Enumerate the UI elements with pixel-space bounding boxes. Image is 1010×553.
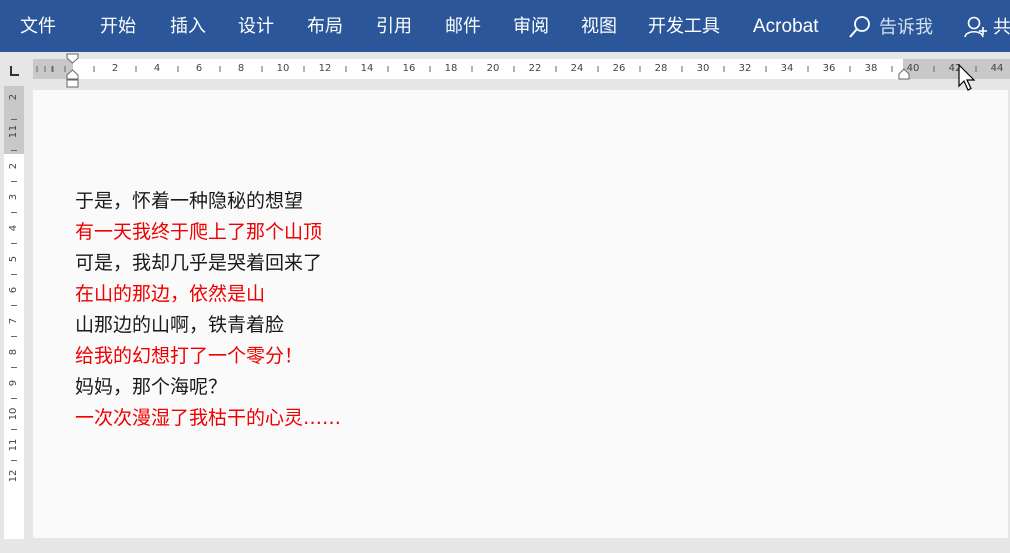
vertical-ruler-number: 12 xyxy=(8,469,19,483)
document-line[interactable]: 于是，怀着一种隐秘的想望 xyxy=(75,189,303,213)
ruler-number: 24 xyxy=(570,63,584,74)
tab-design[interactable]: 设计 xyxy=(238,0,274,52)
ruler-number: 38 xyxy=(864,63,878,74)
ruler-number: 32 xyxy=(738,63,752,74)
ruler-number: 18 xyxy=(444,63,458,74)
ruler-number: 34 xyxy=(780,63,794,74)
document-line[interactable]: 一次次漫湿了我枯干的心灵…… xyxy=(75,406,341,430)
vertical-ruler-number: 4 xyxy=(8,224,19,232)
vertical-ruler-number: 1 xyxy=(8,131,19,139)
share-button[interactable]: 共 xyxy=(962,0,1010,52)
right-indent-marker[interactable] xyxy=(897,68,911,84)
tab-home[interactable]: 开始 xyxy=(100,0,136,52)
vertical-ruler-number: 2 xyxy=(8,162,19,170)
left-tab-icon xyxy=(4,61,24,81)
vertical-ruler-number: 3 xyxy=(8,193,19,201)
ruler-number: 14 xyxy=(360,63,374,74)
tab-mailings[interactable]: 邮件 xyxy=(445,0,481,52)
tab-view[interactable]: 视图 xyxy=(581,0,617,52)
vertical-ruler-tick xyxy=(11,212,17,213)
ruler-number: 12 xyxy=(318,63,332,74)
ruler-number: 6 xyxy=(195,63,203,74)
ruler-number: 16 xyxy=(402,63,416,74)
document-line[interactable]: 有一天我终于爬上了那个山顶 xyxy=(75,220,322,244)
ruler-number: 26 xyxy=(612,63,626,74)
tab-insert[interactable]: 插入 xyxy=(170,0,206,52)
ruler-number: 22 xyxy=(528,63,542,74)
vertical-ruler-number: 11 xyxy=(8,438,19,452)
vertical-ruler-tick xyxy=(11,367,17,368)
ribbon-tab-bar: 文件 开始 插入 设计 布局 引用 邮件 审阅 视图 开发工具 Acrobat … xyxy=(0,0,1010,52)
vertical-ruler-tick xyxy=(11,336,17,337)
vertical-ruler-number: 9 xyxy=(8,379,19,387)
tab-acrobat[interactable]: Acrobat xyxy=(753,0,818,52)
vertical-ruler-tick xyxy=(11,274,17,275)
document-line[interactable]: 可是，我却几乎是哭着回来了 xyxy=(75,251,322,275)
vertical-ruler-tick xyxy=(11,305,17,306)
tab-file[interactable]: 文件 xyxy=(20,0,56,52)
ruler-number: 10 xyxy=(276,63,290,74)
share-label: 共 xyxy=(993,17,1010,38)
vertical-ruler-tick xyxy=(11,243,17,244)
ruler-number: 36 xyxy=(822,63,836,74)
indent-markers[interactable] xyxy=(65,52,81,90)
ruler-number: 20 xyxy=(486,63,500,74)
vertical-ruler-tick xyxy=(11,119,17,120)
vertical-ruler-tick xyxy=(11,150,17,151)
ruler-number: 42 xyxy=(948,63,962,74)
tab-developer[interactable]: 开发工具 xyxy=(648,0,720,52)
user-icon xyxy=(964,16,987,38)
document-line[interactable]: 给我的幻想打了一个零分！ xyxy=(75,344,303,368)
tab-stop-selector[interactable] xyxy=(4,61,24,81)
vertical-ruler-number: 8 xyxy=(8,348,19,356)
vertical-ruler-number: 7 xyxy=(8,317,19,325)
vertical-ruler-number: 6 xyxy=(8,286,19,294)
search-icon xyxy=(849,16,870,38)
ruler-number: 44 xyxy=(990,63,1004,74)
vertical-ruler-number: 2 xyxy=(8,93,19,101)
horizontal-ruler[interactable]: 2 4 6 8 10 12 14 16 18 20 22 24 26 28 30 32 34 36 38 40 42 44 xyxy=(33,59,1010,79)
document-line[interactable]: 妈妈，那个海呢？ xyxy=(75,375,227,399)
ruler-number: 30 xyxy=(696,63,710,74)
tab-layout[interactable]: 布局 xyxy=(307,0,343,52)
vertical-ruler-tick xyxy=(11,460,17,461)
vertical-ruler-number: 10 xyxy=(8,407,19,421)
ruler-ticks xyxy=(36,66,977,72)
ruler-number: 28 xyxy=(654,63,668,74)
document-line[interactable]: 山那边的山啊，铁青着脸 xyxy=(75,313,284,337)
vertical-ruler[interactable]: 2 1 1 2 3 4 5 6 7 8 9 10 11 12 xyxy=(4,86,24,539)
tell-me-box[interactable]: 告诉我 xyxy=(848,0,948,52)
vertical-ruler-tick xyxy=(11,429,17,430)
document-page[interactable]: 于是，怀着一种隐秘的想望 有一天我终于爬上了那个山顶 可是，我却几乎是哭着回来了… xyxy=(33,90,1008,538)
vertical-ruler-tick xyxy=(11,181,17,182)
ruler-number: 2 xyxy=(111,63,119,74)
ruler-number: 4 xyxy=(153,63,161,74)
vertical-ruler-number: 5 xyxy=(8,255,19,263)
document-line[interactable]: 在山的那边，依然是山 xyxy=(75,282,265,306)
tell-me-label: 告诉我 xyxy=(879,17,933,38)
ruler-number: 8 xyxy=(237,63,245,74)
vertical-ruler-tick xyxy=(11,398,17,399)
tab-review[interactable]: 审阅 xyxy=(513,0,549,52)
tab-references[interactable]: 引用 xyxy=(376,0,412,52)
